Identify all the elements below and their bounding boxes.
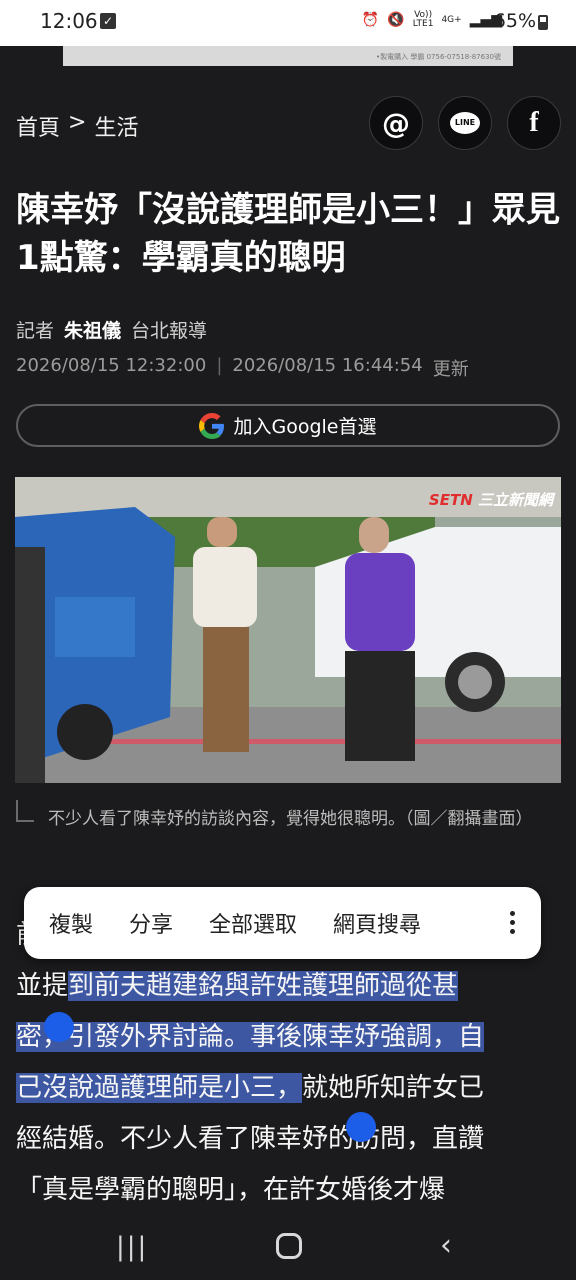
article-dates: 2026/08/15 12:32:00 | 2026/08/15 16:44:5… [16,355,469,381]
notification-check-icon: ✓ [100,13,116,29]
threads-share-button[interactable]: @ [369,96,423,150]
mute-icon: 🔇 [387,12,405,28]
article-line-5: 經結婚。不少人看了陳幸妤的訪問，直讚 [16,1114,561,1165]
article-line-6-text: 「真是學霸的聰明」，在許女婚後才爆 [16,1175,446,1205]
breadcrumb-home[interactable]: 首頁 [16,110,60,142]
byline-location: 台北報導 [131,320,208,342]
updated-date: 2026/08/15 16:44:54 [232,355,423,376]
network-type-label: 4G+ [441,14,462,25]
photo-caption: 不少人看了陳幸妤的訪談內容，覺得她很聰明。（圖／翻攝畫面） [48,809,533,829]
updated-label: 更新 [432,359,469,380]
status-time: 12:06 [40,9,98,33]
watermark-text: 三立新聞網 [477,491,553,509]
breadcrumb-separator: > [68,110,87,135]
photo-scene [15,477,561,783]
line-icon: LINE [450,112,480,134]
recent-apps-icon[interactable]: ||| [116,1232,148,1262]
article-line-6: 「真是學霸的聰明」，在許女婚後才爆 [16,1165,561,1216]
article-line-2: 並提到前夫趙建銘與許姓護理師過從甚 [16,961,561,1012]
battery-percent: 65% [493,10,536,32]
selected-text[interactable]: 到前夫趙建銘與許姓護理師過從甚 [68,971,459,1001]
caption-marker [16,800,34,822]
article-line-3: 密，引發外界討論。事後陳幸妤強調，自 [16,1012,561,1063]
more-options-icon[interactable] [510,911,515,934]
google-button-label: 加入Google首選 [233,416,377,438]
menu-web-search[interactable]: 網頁搜尋 [333,907,421,939]
date-separator: | [216,355,223,376]
article-line-5-text: 經結婚。不少人看了陳幸妤的訪問，直讚 [16,1124,485,1154]
article-line-4: 己沒說過護理師是小三，就她所知許女已 [16,1063,561,1114]
photo-watermark: SETN 三立新聞網 [429,489,553,510]
text-selection-menu: 複製 分享 全部選取 網頁搜尋 [24,887,541,959]
selected-text[interactable]: 密，引發外界討論。事後陳幸妤強調，自 [16,1022,485,1052]
selection-start-handle[interactable] [44,1012,74,1042]
byline-prefix: 記者 [16,320,55,342]
status-bar: 12:06 ✓ ⏰ 🔇 Vo)) LTE1 4G+ ▂▄▆ 65% [0,0,576,46]
back-icon[interactable]: ‹ [440,1228,452,1263]
breadcrumb: 首頁 > 生活 [16,110,138,142]
volte-label: Vo)) LTE1 [412,10,434,29]
article-photo[interactable]: SETN 三立新聞網 [15,477,561,783]
ad-banner[interactable]: •製電購入 學霸 0756-07518-87630號 [63,46,513,66]
selection-end-handle[interactable] [346,1112,376,1142]
line-share-button[interactable]: LINE [438,96,492,150]
system-nav-bar: ||| ‹ [0,1220,576,1280]
byline: 記者 朱祖儀 台北報導 [16,316,207,343]
facebook-share-button[interactable]: f [507,96,561,150]
alarm-icon: ⏰ [361,12,380,28]
article-line-4-plain: 就她所知許女已 [302,1073,485,1103]
article-line-2-plain: 並提 [16,971,69,1001]
selected-text[interactable]: 己沒說過護理師是小三， [16,1073,303,1103]
google-icon [199,412,225,439]
menu-copy[interactable]: 複製 [49,907,93,939]
menu-share[interactable]: 分享 [129,907,173,939]
article-headline: 陳幸妤「沒說護理師是小三！」眾見1點驚：學霸真的聰明 [16,190,560,278]
home-icon[interactable] [276,1233,302,1259]
facebook-icon: f [529,107,539,138]
ad-text: •製電購入 學霸 0756-07518-87630號 [376,53,501,61]
watermark-brand: SETN [428,491,473,509]
threads-icon: @ [382,106,410,140]
battery-icon [538,15,548,30]
breadcrumb-section[interactable]: 生活 [94,110,138,142]
status-icons: ⏰ 🔇 Vo)) LTE1 4G+ ▂▄▆ [362,11,502,29]
published-date: 2026/08/15 12:32:00 [16,355,207,376]
add-google-preferred-button[interactable]: 加入Google首選 [16,404,560,447]
byline-author[interactable]: 朱祖儀 [64,316,121,343]
menu-select-all[interactable]: 全部選取 [209,907,297,939]
